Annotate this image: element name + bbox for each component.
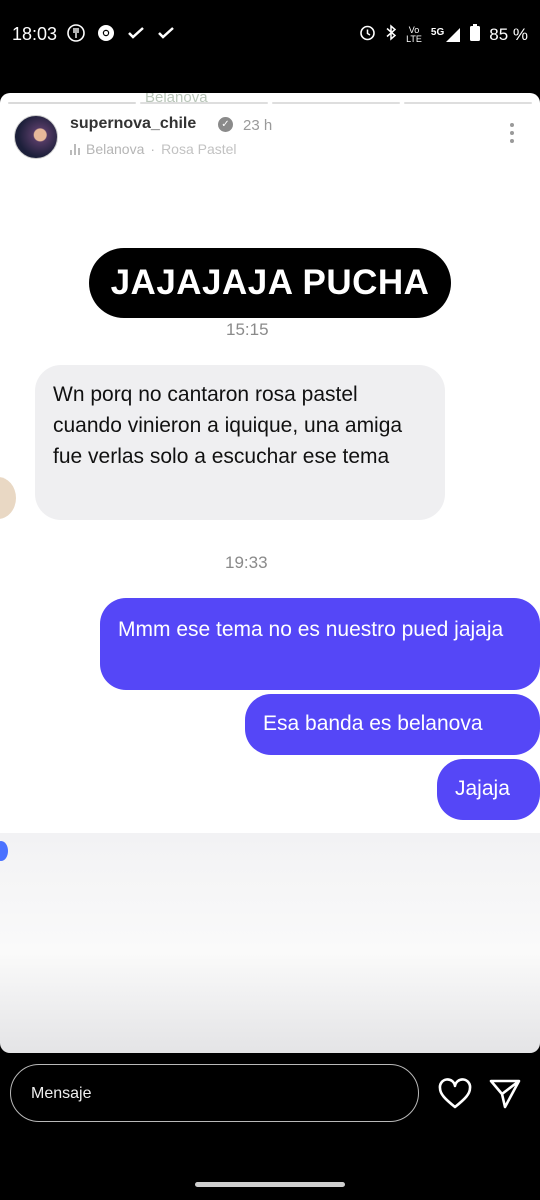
chat-timestamp: 15:15: [226, 320, 269, 339]
music-attribution[interactable]: Belanova · Rosa Pastel: [70, 141, 237, 157]
received-message-bubble: Wn porq no cantaron rosa pastel cuando v…: [35, 365, 445, 520]
progress-segment: [140, 102, 268, 104]
music-bars-icon: [70, 143, 80, 155]
chrome-icon: [96, 24, 116, 42]
message-placeholder: Mensaje: [31, 1085, 92, 1102]
author-username[interactable]: supernova_chile: [70, 115, 196, 133]
verified-badge-icon: ✓: [218, 117, 233, 132]
fork-knife-icon: [66, 24, 86, 42]
story-headline-text: JAJAJAJA PUCHA: [89, 248, 451, 318]
music-artist: Belanova: [86, 141, 145, 157]
status-bar: 18:03 Vo LTE 5G 85 %: [0, 0, 540, 66]
check-heart-icon-2: [156, 24, 176, 42]
home-indicator[interactable]: [195, 1182, 345, 1187]
story-progress: [8, 102, 532, 104]
more-options-icon[interactable]: [510, 123, 514, 143]
music-song: Rosa Pastel: [161, 141, 237, 157]
heart-icon[interactable]: [438, 1078, 472, 1110]
network-label: 5G: [430, 27, 445, 38]
sent-message-bubble: Mmm ese tema no es nuestro pued jajaja: [100, 598, 540, 690]
story-card[interactable]: Belanova supernova_chile ✓ 23 h Belanova…: [0, 93, 540, 1053]
battery-percent: 85 %: [489, 25, 528, 44]
story-age: 23 h: [243, 117, 273, 134]
sent-message-bubble: Esa banda es belanova: [245, 694, 540, 755]
story-ghost-label: Belanova: [145, 93, 208, 106]
status-right-icons: Vo LTE 5G 85 %: [359, 24, 528, 46]
check-heart-icon: [126, 24, 146, 42]
volte-icon: Vo LTE: [406, 26, 422, 44]
progress-segment: [272, 102, 400, 104]
author-avatar[interactable]: [14, 115, 58, 159]
status-left-icons: [66, 24, 176, 42]
battery-icon: [470, 24, 481, 46]
send-icon[interactable]: [488, 1076, 522, 1110]
chat-timestamp: 19:33: [225, 553, 268, 572]
progress-segment: [8, 102, 136, 104]
message-input[interactable]: Mensaje: [10, 1064, 419, 1122]
volte-bottom-label: LTE: [406, 34, 422, 44]
music-separator: ·: [150, 141, 156, 157]
avatar-edge: [0, 841, 8, 861]
bluetooth-icon: [385, 24, 397, 46]
sent-message-bubble: Jajaja: [437, 759, 540, 820]
sender-avatar: [0, 477, 16, 519]
signal-5g-icon: 5G: [431, 27, 461, 43]
alarm-icon: [359, 24, 376, 46]
status-time: 18:03: [12, 24, 58, 44]
progress-segment: [404, 102, 532, 104]
